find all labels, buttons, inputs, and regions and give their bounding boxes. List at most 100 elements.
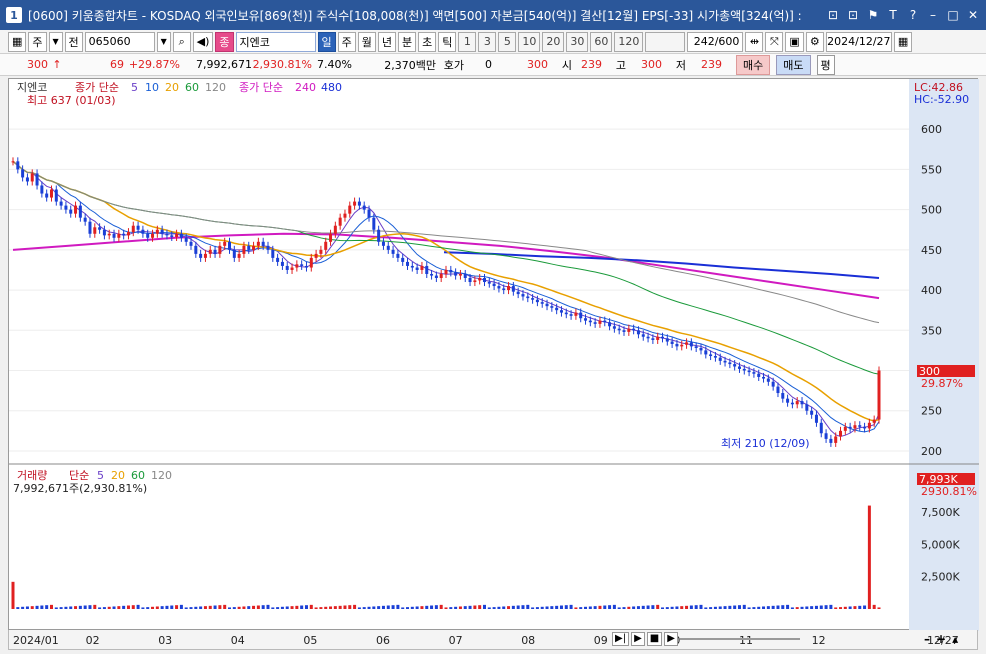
candle-body (497, 286, 501, 289)
scroll-right-icon[interactable]: ▶ (664, 632, 678, 646)
vol-ma5: 5 (97, 469, 104, 482)
stock-name-field[interactable]: 지엔코 (235, 31, 316, 52)
volume-bar (69, 606, 73, 609)
y-tick-label: 2,500K (921, 571, 960, 584)
volume-bars (11, 505, 881, 609)
x-tick-label: 03 (158, 634, 172, 647)
help-icon[interactable]: ? (904, 8, 922, 22)
period-year[interactable]: 년 (377, 31, 397, 52)
minimize-button[interactable]: – (924, 8, 942, 22)
chevron-down-icon[interactable]: ▼ (156, 31, 171, 52)
date-field[interactable]: 2024/12/27 (825, 31, 892, 52)
layout-icon[interactable]: ⊡ (824, 8, 842, 22)
prev-button[interactable]: 전 (64, 31, 83, 52)
candle-body (819, 422, 823, 434)
count-60[interactable]: 60 (590, 31, 613, 52)
y-tick-label: 7,500K (921, 506, 960, 519)
volume-bar (757, 606, 761, 609)
zoom-icon[interactable]: ⇹ (745, 31, 764, 52)
pin-icon[interactable]: ⚑ (864, 8, 882, 22)
close-button[interactable]: ✕ (964, 8, 982, 22)
volume-bar (737, 605, 741, 609)
zoom-fit-icon[interactable]: ▴ (952, 632, 958, 646)
candle-body (252, 245, 256, 250)
zoom-out-icon[interactable]: – (924, 632, 930, 646)
volume-bar (319, 607, 323, 609)
candle-body (353, 201, 357, 206)
volume-bar (526, 604, 530, 609)
candle-body (800, 401, 804, 405)
vol-pct-tag: 2930.81% (921, 485, 977, 498)
candle-body (482, 278, 486, 283)
gear-icon[interactable]: ⚙ (805, 31, 824, 52)
grid-icon[interactable]: ▦ (8, 31, 27, 52)
candle-body (367, 209, 371, 218)
volume-bar (733, 605, 737, 609)
maximize-button[interactable]: □ (944, 8, 962, 22)
period-day[interactable]: 일 (317, 31, 336, 52)
volume-bar (367, 606, 371, 609)
candle-body (160, 229, 164, 234)
volume-bar (776, 605, 780, 609)
save-icon[interactable]: ▣ (785, 31, 804, 52)
candle-body (290, 267, 294, 270)
count-120[interactable]: 120 (614, 31, 644, 52)
period-month[interactable]: 월 (357, 31, 376, 52)
search-icon[interactable]: ⌕ (172, 31, 191, 52)
candle-body (709, 354, 713, 357)
buy-button[interactable]: 매수 (736, 54, 771, 75)
period-second[interactable]: 초 (418, 31, 437, 52)
period-tick[interactable]: 틱 (438, 31, 457, 52)
count-20[interactable]: 20 (542, 31, 565, 52)
candle-body (661, 336, 664, 339)
count-5[interactable]: 5 (498, 31, 517, 52)
period-minute[interactable]: 분 (398, 31, 417, 52)
stock-tag: 종 (215, 31, 234, 52)
scrollbar[interactable] (679, 638, 800, 640)
stop-icon[interactable]: ■ (646, 632, 663, 646)
layout2-icon[interactable]: ⊡ (844, 8, 862, 22)
play-icon[interactable]: ▶ (631, 632, 645, 646)
legend-ma20: 20 (165, 81, 179, 94)
y-tick-label: 250 (921, 405, 942, 418)
volume-bar (304, 605, 308, 609)
candle-body (175, 233, 179, 237)
legend-ma480: 480 (321, 81, 342, 94)
candle-body (131, 225, 135, 233)
count-3[interactable]: 3 (478, 31, 497, 52)
candle-body (863, 426, 867, 429)
candle-body (213, 249, 217, 254)
period-week[interactable]: 주 (337, 31, 356, 52)
type-select[interactable]: 주 (28, 31, 47, 52)
stock-code-input[interactable]: 065060 (84, 31, 155, 52)
candle-body (675, 343, 679, 347)
speaker-icon[interactable]: ◀) (192, 31, 214, 52)
y-tick-label: 500 (921, 204, 942, 217)
chart-area[interactable]: 2002503003504004505005506002,500K5,000K7… (8, 78, 979, 631)
scroll-left-icon[interactable]: ▶| (612, 632, 630, 646)
count-30[interactable]: 30 (566, 31, 589, 52)
range-field[interactable]: 242/600 (687, 31, 744, 52)
count-10[interactable]: 10 (518, 31, 541, 52)
calendar-icon[interactable]: ▦ (893, 31, 913, 52)
volume-bar (863, 605, 867, 609)
count-custom-input[interactable] (645, 31, 686, 52)
volume-bar (329, 606, 333, 609)
chevron-down-icon[interactable]: ▼ (48, 31, 63, 52)
tool-icon[interactable]: ⤧ (765, 31, 784, 52)
candle-body (377, 229, 381, 242)
font-icon[interactable]: T (884, 8, 902, 22)
price-volume-chart[interactable]: 2002503003504004505005506002,500K5,000K7… (9, 79, 979, 631)
ma-line (12, 160, 880, 437)
sell-button[interactable]: 매도 (776, 54, 811, 75)
volume-bar (699, 604, 703, 609)
candle-body (713, 356, 717, 358)
window-title: [0600] 키움종합차트 - KOSDAQ 외국인보유[869(천)] 주식수… (28, 8, 802, 23)
x-tick-label: 04 (231, 634, 245, 647)
avg-button[interactable]: 평 (816, 54, 835, 75)
volume-bar (579, 607, 583, 609)
count-1[interactable]: 1 (458, 31, 477, 52)
x-tick-label: 06 (376, 634, 390, 647)
volume-bar (256, 605, 260, 609)
zoom-in-icon[interactable]: + (936, 632, 946, 646)
